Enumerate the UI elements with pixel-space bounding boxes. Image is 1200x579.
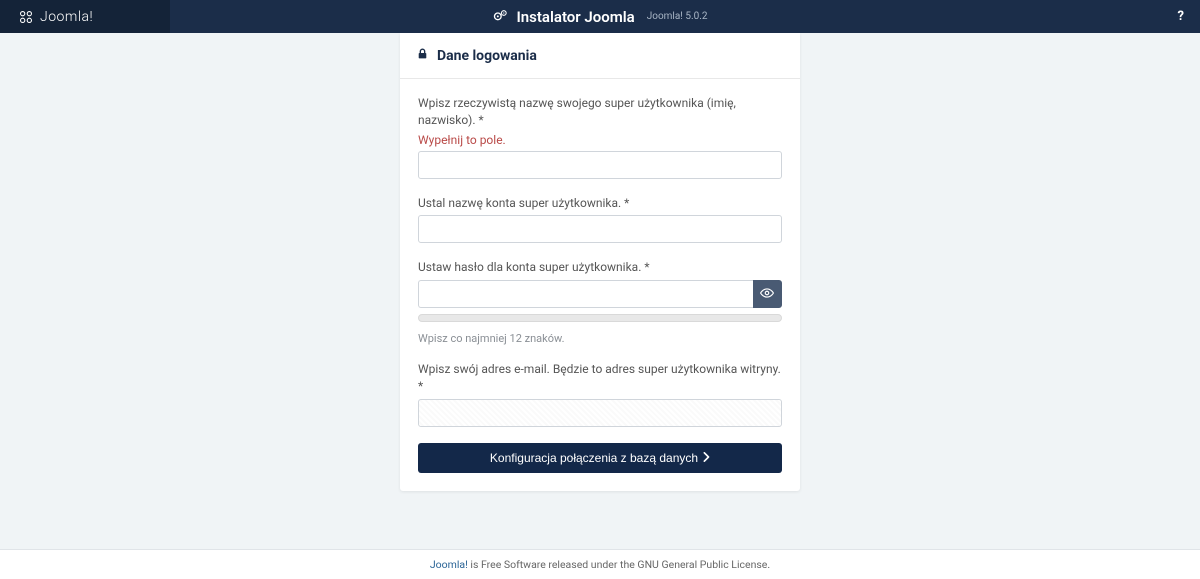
username-input[interactable] xyxy=(418,215,782,243)
logo-area[interactable]: Joomla! xyxy=(0,0,170,33)
page-title: Instalator Joomla xyxy=(516,8,634,26)
realname-input[interactable] xyxy=(418,151,782,179)
password-row xyxy=(418,280,782,308)
email-label: Wpisz swój adres e-mail. Będzie to adres… xyxy=(418,361,782,395)
submit-button-label: Konfiguracja połączenia z bazą danych xyxy=(490,451,698,465)
password-visibility-toggle[interactable] xyxy=(753,280,782,308)
password-input[interactable] xyxy=(418,280,753,308)
realname-field-group: Wpisz rzeczywistą nazwę swojego super uż… xyxy=(418,95,782,179)
username-label: Ustal nazwę konta super użytkownika. * xyxy=(418,195,782,212)
chevron-right-icon xyxy=(702,451,710,465)
email-field-group: Wpisz swój adres e-mail. Będzie to adres… xyxy=(418,361,782,427)
realname-label: Wpisz rzeczywistą nazwę swojego super uż… xyxy=(418,95,782,129)
password-field-group: Ustaw hasło dla konta super użytkownika.… xyxy=(418,259,782,345)
realname-error: Wypełnij to pole. xyxy=(418,133,782,147)
version-label: Joomla! 5.0.2 xyxy=(647,11,708,22)
password-strength-bar xyxy=(418,314,782,322)
joomla-logo-icon xyxy=(18,9,34,25)
card-heading: Dane logowania xyxy=(437,48,537,64)
card-header: Dane logowania xyxy=(400,33,800,79)
username-field-group: Ustal nazwę konta super użytkownika. * xyxy=(418,195,782,244)
footer-brand[interactable]: Joomla! xyxy=(430,558,468,571)
password-hint: Wpisz co najmniej 12 znaków. xyxy=(418,332,782,345)
footer-text: is Free Software released under the GNU … xyxy=(468,558,770,571)
help-button[interactable]: ? xyxy=(1178,9,1184,24)
lock-icon xyxy=(416,47,429,64)
password-label: Ustaw hasło dla konta super użytkownika.… xyxy=(418,259,782,276)
login-data-card: Dane logowania Wpisz rzeczywistą nazwę s… xyxy=(400,33,800,491)
topbar: Joomla! Instalator Joomla Joomla! 5.0.2 … xyxy=(0,0,1200,33)
db-config-button[interactable]: Konfiguracja połączenia z bazą danych xyxy=(418,443,782,473)
eye-icon xyxy=(760,286,774,303)
logo-text: Joomla! xyxy=(40,9,93,25)
card-body: Wpisz rzeczywistą nazwę swojego super uż… xyxy=(400,79,800,491)
main-content: Dane logowania Wpisz rzeczywistą nazwę s… xyxy=(0,33,1200,491)
gears-icon xyxy=(492,9,508,25)
footer: Joomla! is Free Software released under … xyxy=(0,549,1200,579)
topbar-title-area: Instalator Joomla Joomla! 5.0.2 xyxy=(492,8,707,26)
email-input[interactable] xyxy=(418,399,782,427)
